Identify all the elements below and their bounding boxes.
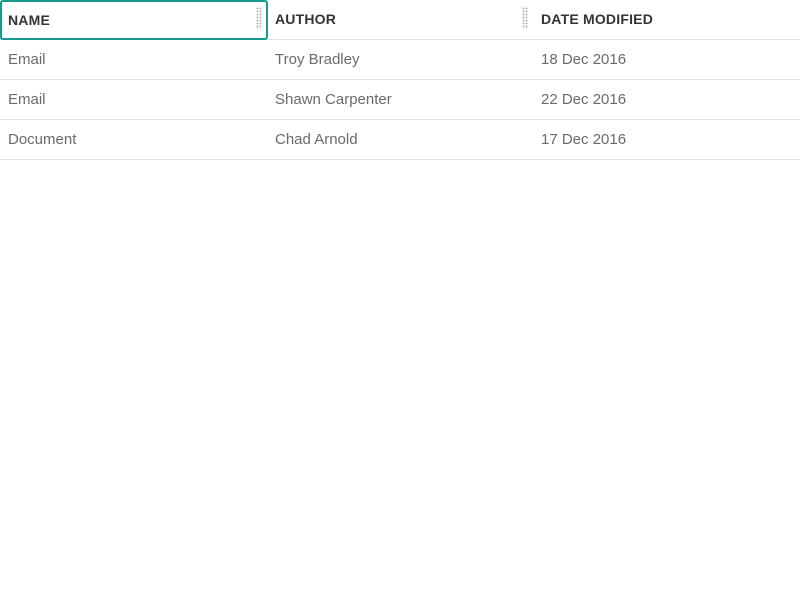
cell-date-modified: 18 Dec 2016 — [541, 51, 627, 68]
cell-name: Email — [8, 51, 46, 68]
column-resize-handle-icon[interactable] — [522, 7, 528, 29]
table-row[interactable]: Email Troy Bradley 18 Dec 2016 — [0, 40, 800, 80]
cell-name: Document — [8, 131, 77, 148]
table-header-row: NAME AUTHOR DATE MODIFIED — [0, 0, 800, 40]
column-header-author[interactable]: AUTHOR — [267, 0, 533, 39]
column-header-date-modified[interactable]: DATE MODIFIED — [533, 0, 800, 39]
cell-date-modified: 17 Dec 2016 — [541, 131, 627, 148]
table-row[interactable]: Email Shawn Carpenter 22 Dec 2016 — [0, 80, 800, 120]
cell-name: Email — [8, 91, 46, 108]
table-row[interactable]: Document Chad Arnold 17 Dec 2016 — [0, 120, 800, 160]
cell-date-modified: 22 Dec 2016 — [541, 91, 627, 108]
data-table: NAME AUTHOR DATE MODIFIED Email Troy Bra… — [0, 0, 800, 160]
cell-author: Chad Arnold — [275, 131, 358, 148]
column-header-name[interactable]: NAME — [0, 0, 268, 40]
cell-author: Shawn Carpenter — [275, 91, 392, 108]
cell-author: Troy Bradley — [275, 51, 360, 68]
column-resize-handle-icon[interactable] — [256, 7, 262, 29]
